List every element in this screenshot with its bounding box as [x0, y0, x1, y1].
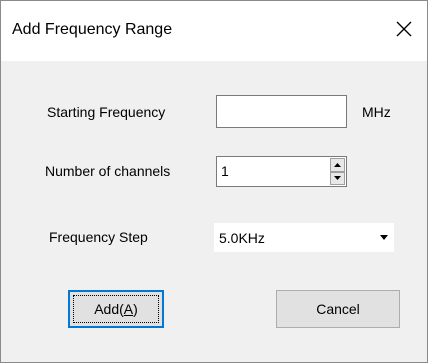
number-of-channels-value: 1 — [221, 163, 229, 179]
frequency-step-select[interactable]: 5.0KHz — [214, 223, 394, 252]
close-icon — [396, 21, 412, 37]
channels-increment-button[interactable] — [330, 158, 345, 172]
add-accelerator-key: A — [123, 301, 134, 317]
channels-spinner — [330, 158, 345, 185]
number-of-channels-stepper[interactable]: 1 — [216, 156, 347, 187]
spin-up-icon — [334, 162, 341, 167]
frequency-step-value: 5.0KHz — [219, 230, 265, 246]
add-frequency-range-dialog: Add Frequency Range Starting Frequency M… — [0, 0, 428, 363]
starting-frequency-label: Starting Frequency — [47, 104, 166, 120]
spin-down-icon — [334, 176, 341, 181]
channels-decrement-button[interactable] — [330, 171, 345, 185]
add-button[interactable]: Add(A) — [68, 290, 164, 328]
cancel-button[interactable]: Cancel — [276, 290, 400, 328]
title-bar: Add Frequency Range — [1, 1, 427, 61]
close-button[interactable] — [389, 14, 419, 44]
dialog-title: Add Frequency Range — [12, 21, 173, 38]
starting-frequency-input[interactable] — [216, 95, 347, 128]
number-of-channels-label: Number of channels — [45, 163, 171, 179]
frequency-step-label: Frequency Step — [49, 229, 148, 245]
chevron-down-icon — [380, 235, 388, 240]
starting-frequency-unit: MHz — [362, 104, 391, 120]
